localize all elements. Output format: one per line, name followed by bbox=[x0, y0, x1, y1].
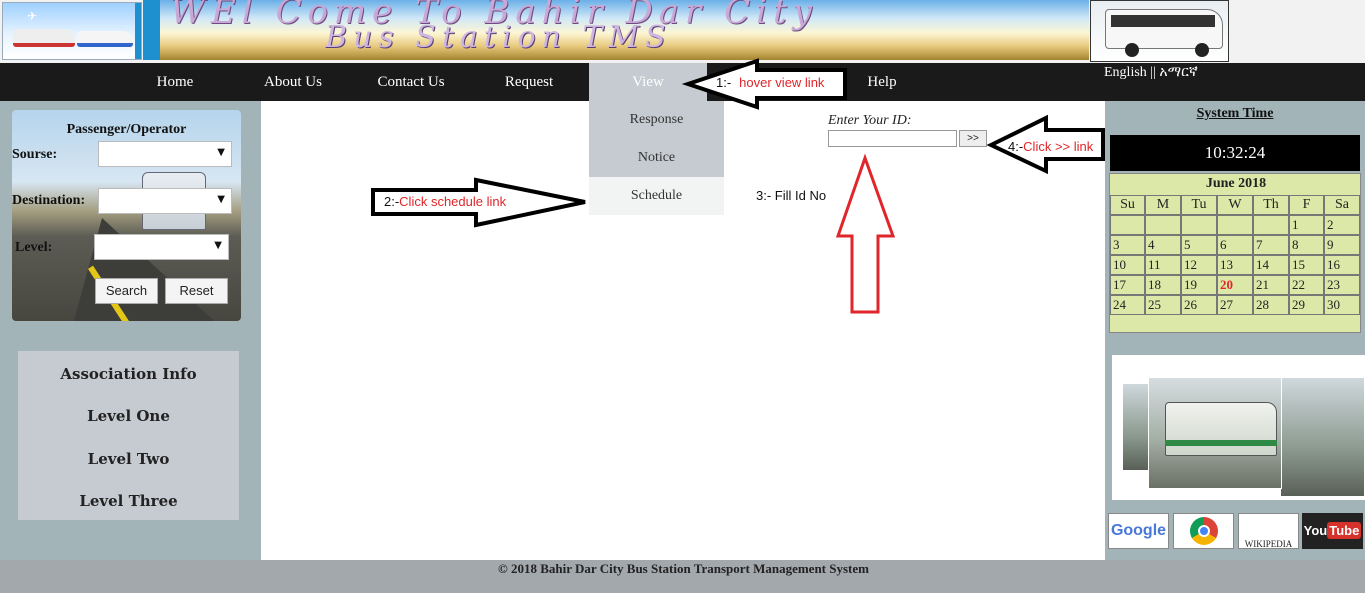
bus-stripe bbox=[1165, 440, 1277, 446]
calendar-empty-cell bbox=[1181, 215, 1217, 235]
youtube-logo-link[interactable]: You Tube bbox=[1302, 513, 1363, 549]
calendar-day[interactable]: 30 bbox=[1324, 295, 1360, 315]
calendar-weekday: Th bbox=[1253, 195, 1289, 215]
calendar-day[interactable]: 19 bbox=[1181, 275, 1217, 295]
calendar-day[interactable]: 2 bbox=[1324, 215, 1360, 235]
youtube-you: You bbox=[1303, 523, 1328, 538]
calendar-day[interactable]: 5 bbox=[1181, 235, 1217, 255]
calendar-empty-cell bbox=[1145, 215, 1181, 235]
calendar-day[interactable]: 9 bbox=[1324, 235, 1360, 255]
youtube-tube: Tube bbox=[1327, 522, 1362, 539]
calendar-day[interactable]: 14 bbox=[1253, 255, 1289, 275]
calendar-day[interactable]: 27 bbox=[1217, 295, 1253, 315]
annotation-step4-prefix: 4:- bbox=[1008, 139, 1024, 154]
footer: © 2018 Bahir Dar City Bus Station Transp… bbox=[0, 560, 1365, 593]
calendar-day[interactable]: 11 bbox=[1145, 255, 1181, 275]
calendar-day[interactable]: 8 bbox=[1289, 235, 1324, 255]
calendar-day[interactable]: 4 bbox=[1145, 235, 1181, 255]
calendar-month-title: June 2018 bbox=[1205, 176, 1267, 191]
calendar-day[interactable]: 15 bbox=[1289, 255, 1324, 275]
system-clock: 10:32:24 bbox=[1110, 135, 1360, 171]
chrome-icon bbox=[1189, 517, 1218, 545]
annotation-step2-text: Click schedule link bbox=[399, 194, 507, 209]
annotation-step2: 2:-Click schedule link bbox=[384, 193, 506, 211]
calendar-day[interactable]: 7 bbox=[1253, 235, 1289, 255]
calendar-empty-cell bbox=[1253, 215, 1289, 235]
system-time-title: System Time bbox=[1196, 106, 1274, 121]
calendar-day[interactable]: 6 bbox=[1217, 235, 1253, 255]
annotation-step2-prefix: 2:- bbox=[384, 194, 400, 209]
calendar-day[interactable]: 28 bbox=[1253, 295, 1289, 315]
bus-photo bbox=[1280, 377, 1365, 497]
annotation-step3: 3:- Fill Id No bbox=[756, 188, 827, 203]
calendar-weekday: Sa bbox=[1324, 195, 1360, 215]
calendar-empty-cell bbox=[1217, 215, 1253, 235]
calendar-day[interactable]: 16 bbox=[1324, 255, 1360, 275]
calendar-weekday: Tu bbox=[1181, 195, 1217, 215]
calendar-day[interactable]: 1 bbox=[1289, 215, 1324, 235]
calendar-weekday: Su bbox=[1110, 195, 1145, 215]
calendar-empty-cell bbox=[1110, 215, 1145, 235]
annotation-step4-text: Click >> link bbox=[1023, 139, 1094, 154]
calendar-day[interactable]: 25 bbox=[1145, 295, 1181, 315]
calendar: June 2018 Su M Tu W Th F Sa 1 2 3 4 5 6 7 8 9 10 11 12 13 14… bbox=[1109, 173, 1361, 333]
calendar-day[interactable]: 3 bbox=[1110, 235, 1145, 255]
wikipedia-logo-link[interactable]: WIKIPEDIA bbox=[1238, 513, 1299, 549]
bus-image bbox=[1165, 402, 1277, 456]
annotation-step1: 1:- hover view link bbox=[716, 74, 824, 92]
calendar-day[interactable]: 21 bbox=[1253, 275, 1289, 295]
bus-photo bbox=[1148, 377, 1282, 489]
calendar-day[interactable]: 17 bbox=[1110, 275, 1145, 295]
annotation-step1-text: hover view link bbox=[739, 75, 825, 90]
calendar-day[interactable]: 20 bbox=[1217, 275, 1253, 295]
annotation-step1-prefix: 1:- bbox=[716, 75, 732, 90]
calendar-day[interactable]: 22 bbox=[1289, 275, 1324, 295]
annotation-step4: 4:-Click >> link bbox=[1008, 138, 1093, 156]
calendar-day[interactable]: 12 bbox=[1181, 255, 1217, 275]
chrome-logo-link[interactable] bbox=[1173, 513, 1234, 549]
calendar-weekday: F bbox=[1289, 195, 1324, 215]
footer-copyright: © 2018 Bahir Dar City Bus Station Transp… bbox=[498, 561, 869, 576]
google-logo-link[interactable]: Google bbox=[1108, 513, 1169, 549]
calendar-day[interactable]: 10 bbox=[1110, 255, 1145, 275]
calendar-day[interactable]: 29 bbox=[1289, 295, 1324, 315]
calendar-day[interactable]: 18 bbox=[1145, 275, 1181, 295]
calendar-day[interactable]: 24 bbox=[1110, 295, 1145, 315]
calendar-day[interactable]: 13 bbox=[1217, 255, 1253, 275]
calendar-day[interactable]: 26 bbox=[1181, 295, 1217, 315]
arrow-up-icon bbox=[835, 153, 896, 314]
bus-photo-gallery bbox=[1112, 355, 1365, 500]
calendar-day[interactable]: 23 bbox=[1324, 275, 1360, 295]
calendar-weekday: W bbox=[1217, 195, 1253, 215]
calendar-weekday: M bbox=[1145, 195, 1181, 215]
